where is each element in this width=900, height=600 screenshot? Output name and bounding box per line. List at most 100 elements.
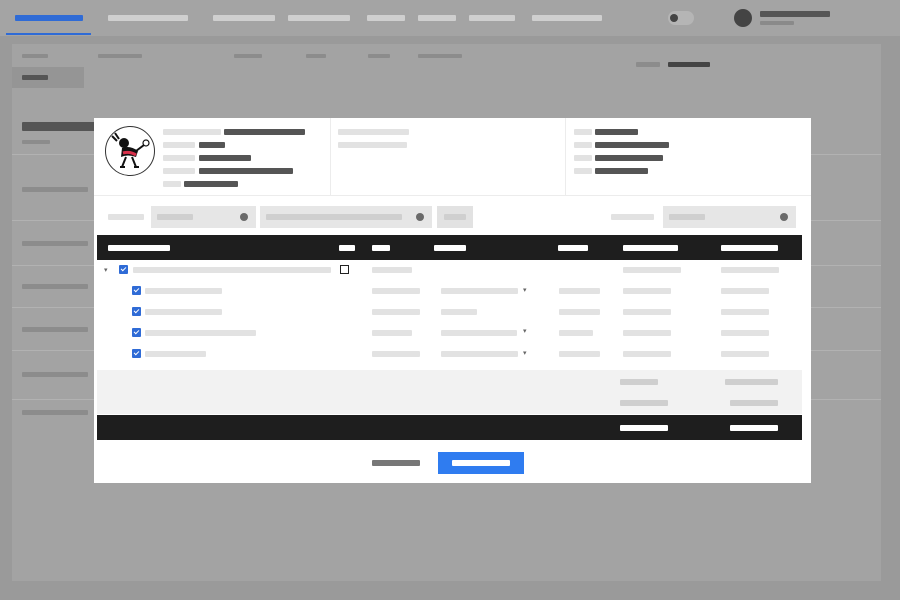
info-value xyxy=(224,129,305,135)
nav-tab-1[interactable] xyxy=(15,15,83,21)
column-header[interactable] xyxy=(372,245,390,251)
filter-button-label xyxy=(444,214,466,220)
cell-dropdown-icon[interactable]: ▾ xyxy=(523,350,527,357)
dropdown-indicator-icon xyxy=(780,213,788,221)
info-row xyxy=(163,128,323,136)
filter-dropdown-1[interactable] xyxy=(151,206,256,228)
table-summary xyxy=(97,370,802,414)
column-header[interactable] xyxy=(108,245,170,251)
total-value xyxy=(730,425,778,431)
row-cell xyxy=(441,309,477,315)
dialog-header xyxy=(94,118,811,196)
cell-dropdown-icon[interactable]: ▾ xyxy=(523,287,527,294)
header-notes-column xyxy=(331,118,566,195)
row-cell xyxy=(623,309,671,315)
confirm-button[interactable] xyxy=(438,452,524,474)
info-row xyxy=(163,154,323,162)
theme-toggle[interactable] xyxy=(668,11,694,25)
detail-label xyxy=(574,129,592,135)
table-row[interactable] xyxy=(97,302,802,323)
filter-button[interactable] xyxy=(437,206,473,228)
row-cell xyxy=(623,351,671,357)
table-header xyxy=(97,235,802,260)
cell-dropdown-icon[interactable]: ▾ xyxy=(523,328,527,335)
filter-value xyxy=(266,214,402,220)
info-label xyxy=(163,181,181,187)
filter-label xyxy=(611,214,654,220)
info-label xyxy=(163,168,195,174)
filter-label xyxy=(108,214,144,220)
row-cell xyxy=(623,288,671,294)
bg-breadcrumb xyxy=(234,54,262,58)
bg-breadcrumb xyxy=(98,54,142,58)
filter-dropdown-3[interactable] xyxy=(663,206,796,228)
column-header[interactable] xyxy=(434,245,466,251)
table-row[interactable]: ▾ xyxy=(97,323,802,344)
nav-tab-2[interactable] xyxy=(108,15,188,21)
bg-status-value xyxy=(668,62,710,67)
column-header[interactable] xyxy=(558,245,588,251)
row-checkbox[interactable] xyxy=(132,307,141,316)
filter-dropdown-2[interactable] xyxy=(260,206,432,228)
nav-tab-7[interactable] xyxy=(469,15,515,21)
cancel-button[interactable] xyxy=(372,459,420,467)
bg-heading xyxy=(22,122,102,131)
table-row[interactable]: ▾ xyxy=(97,344,802,365)
filter-value xyxy=(669,214,705,220)
row-cell xyxy=(623,267,681,273)
column-header[interactable] xyxy=(721,245,778,251)
row-checkbox[interactable] xyxy=(119,265,128,274)
bg-row-label xyxy=(22,187,88,192)
mascot-logo-icon xyxy=(105,126,155,176)
bg-row-label xyxy=(22,284,88,289)
filter-bar xyxy=(94,206,811,230)
confirm-button-label xyxy=(452,460,510,466)
header-details-column xyxy=(566,118,811,195)
bg-subheading xyxy=(22,140,50,144)
dropdown-indicator-icon xyxy=(416,213,424,221)
detail-value xyxy=(595,129,638,135)
row-cell xyxy=(559,351,600,357)
bg-row-label xyxy=(22,372,88,377)
info-value xyxy=(184,181,238,187)
bg-breadcrumb xyxy=(306,54,326,58)
expand-caret-icon[interactable]: ▾ xyxy=(104,267,108,274)
cancel-button-label xyxy=(372,460,420,466)
user-name xyxy=(760,11,830,17)
nav-tab-4[interactable] xyxy=(288,15,350,21)
row-checkbox[interactable] xyxy=(132,286,141,295)
row-cell xyxy=(372,288,420,294)
info-value xyxy=(199,142,225,148)
table-row-parent[interactable]: ▾ xyxy=(97,260,802,281)
bg-chip-label xyxy=(22,75,48,80)
bg-breadcrumb xyxy=(22,54,48,58)
nav-tab-8[interactable] xyxy=(532,15,602,21)
info-row xyxy=(163,167,323,175)
row-checkbox[interactable] xyxy=(132,349,141,358)
bg-breadcrumb xyxy=(418,54,462,58)
row-checkbox[interactable] xyxy=(132,328,141,337)
row-cell xyxy=(559,309,600,315)
row-cell xyxy=(372,267,412,273)
summary-value xyxy=(725,379,778,385)
user-avatar-icon[interactable] xyxy=(734,9,752,27)
table-row[interactable]: ▾ xyxy=(97,281,802,302)
filter-value xyxy=(157,214,193,220)
detail-label xyxy=(574,155,592,161)
row-cell xyxy=(721,309,769,315)
nav-tab-6[interactable] xyxy=(418,15,456,21)
column-header[interactable] xyxy=(623,245,678,251)
detail-row xyxy=(574,128,794,136)
table-totals xyxy=(97,415,802,440)
info-label xyxy=(163,155,195,161)
row-cell xyxy=(441,330,517,336)
row-cell xyxy=(559,288,600,294)
nav-tab-5[interactable] xyxy=(367,15,405,21)
row-name xyxy=(145,309,222,315)
summary-label xyxy=(620,379,658,385)
nav-tab-3[interactable] xyxy=(213,15,275,21)
row-cell xyxy=(721,351,769,357)
top-navigation-bar xyxy=(0,0,900,36)
row-flag-checkbox[interactable] xyxy=(340,265,349,274)
column-header[interactable] xyxy=(339,245,355,251)
